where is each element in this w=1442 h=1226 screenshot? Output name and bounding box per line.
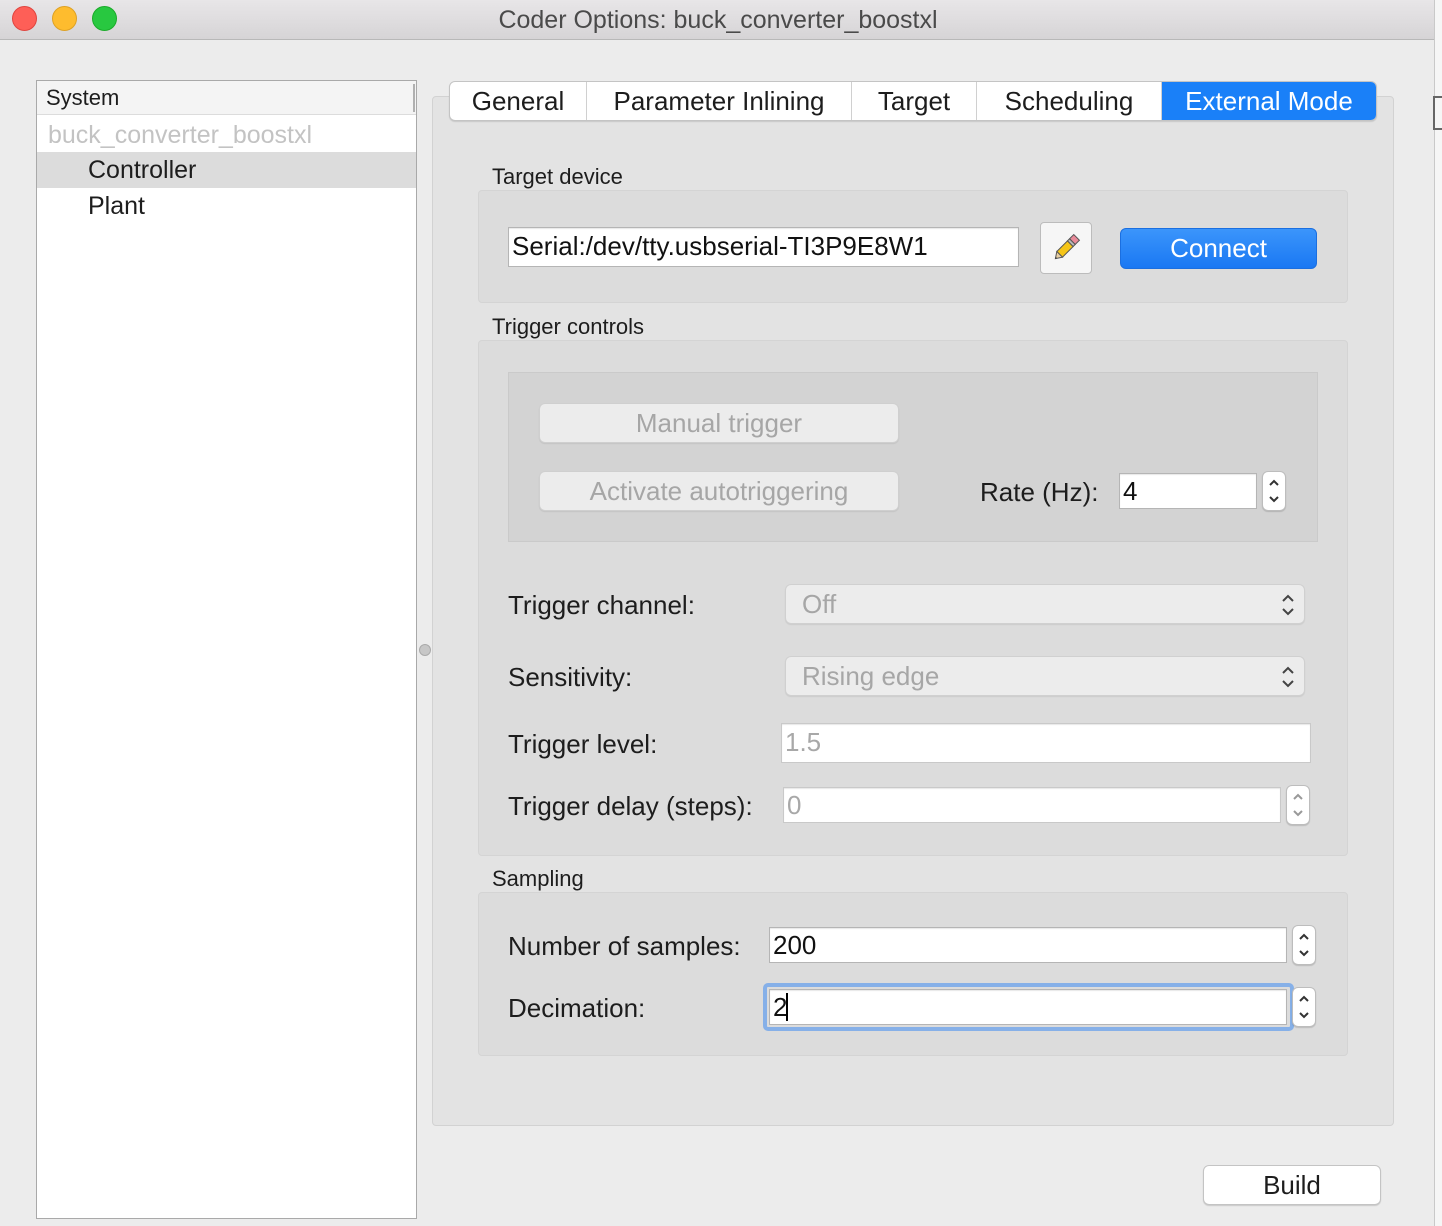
target-device-field[interactable]: Serial:/dev/tty.usbserial-TI3P9E8W1 bbox=[508, 227, 1019, 267]
window-title: Coder Options: buck_converter_boostxl bbox=[498, 6, 938, 34]
sensitivity-select[interactable]: Rising edge bbox=[785, 656, 1305, 696]
target-device-label: Target device bbox=[492, 164, 623, 189]
tab-external-mode[interactable]: External Mode bbox=[1162, 82, 1376, 120]
trigger-controls-label: Trigger controls bbox=[492, 314, 645, 339]
stepper-arrows-icon bbox=[1299, 933, 1309, 957]
tree-item-label: Controller bbox=[88, 156, 197, 184]
splitter-handle[interactable] bbox=[419, 644, 431, 656]
num-samples-label: Number of samples: bbox=[508, 931, 741, 961]
sensitivity-value: Rising edge bbox=[802, 661, 940, 691]
rate-label: Rate (Hz): bbox=[980, 477, 1099, 507]
sampling-group bbox=[478, 892, 1348, 1056]
tab-scheduling[interactable]: Scheduling bbox=[977, 82, 1162, 120]
tree-item-controller[interactable]: Controller bbox=[37, 152, 416, 188]
trigger-channel-select[interactable]: Off bbox=[785, 584, 1305, 624]
trigger-delay-field[interactable]: 0 bbox=[783, 787, 1281, 823]
tab-general[interactable]: General bbox=[450, 82, 587, 120]
rate-field[interactable]: 4 bbox=[1119, 473, 1257, 509]
tree-header[interactable]: System bbox=[37, 81, 416, 115]
build-button[interactable]: Build bbox=[1203, 1165, 1381, 1205]
adjacent-window-edge bbox=[1434, 0, 1442, 1226]
trigger-channel-label: Trigger channel: bbox=[508, 590, 695, 620]
activate-autotriggering-button[interactable]: Activate autotriggering bbox=[539, 471, 899, 511]
tree-item-label: Plant bbox=[88, 192, 145, 220]
num-samples-stepper[interactable] bbox=[1292, 925, 1316, 965]
text-caret bbox=[786, 993, 788, 1021]
sensitivity-label: Sensitivity: bbox=[508, 662, 633, 692]
trigger-delay-stepper[interactable] bbox=[1286, 785, 1310, 825]
tree-item-buck-converter-boostxl[interactable]: buck_converter_boostxl bbox=[37, 117, 416, 153]
manual-trigger-button[interactable]: Manual trigger bbox=[539, 403, 899, 443]
num-samples-field[interactable]: 200 bbox=[769, 927, 1287, 963]
tree-item-label: buck_converter_boostxl bbox=[48, 121, 313, 149]
rate-stepper[interactable] bbox=[1262, 471, 1286, 511]
tab-parameter-inlining[interactable]: Parameter Inlining bbox=[587, 82, 852, 120]
stepper-arrows-icon bbox=[1299, 995, 1309, 1019]
chevron-up-down-icon bbox=[1282, 666, 1294, 688]
pencil-icon bbox=[1054, 233, 1081, 260]
tab-bar: General Parameter Inlining Target Schedu… bbox=[449, 81, 1377, 121]
chevron-up-down-icon bbox=[1282, 594, 1294, 616]
trigger-channel-value: Off bbox=[802, 589, 837, 619]
tree-item-plant[interactable]: Plant bbox=[37, 188, 416, 224]
trigger-actions-group bbox=[508, 372, 1318, 542]
decimation-label: Decimation: bbox=[508, 993, 646, 1023]
tab-target[interactable]: Target bbox=[852, 82, 977, 120]
sampling-label: Sampling bbox=[492, 866, 584, 891]
stepper-arrows-icon bbox=[1269, 479, 1279, 503]
trigger-level-field[interactable]: 1.5 bbox=[781, 723, 1311, 763]
decimation-field[interactable]: 2 bbox=[769, 989, 1287, 1025]
trigger-level-label: Trigger level: bbox=[508, 729, 658, 759]
list-icon bbox=[1433, 96, 1442, 130]
system-tree[interactable]: System buck_converter_boostxl Controller… bbox=[36, 80, 417, 1219]
decimation-stepper[interactable] bbox=[1292, 987, 1316, 1027]
connect-button[interactable]: Connect bbox=[1120, 228, 1317, 269]
tree-header-divider[interactable] bbox=[413, 84, 415, 112]
stepper-arrows-icon bbox=[1293, 793, 1303, 817]
trigger-delay-label: Trigger delay (steps): bbox=[508, 791, 753, 821]
edit-device-button[interactable] bbox=[1040, 222, 1092, 274]
